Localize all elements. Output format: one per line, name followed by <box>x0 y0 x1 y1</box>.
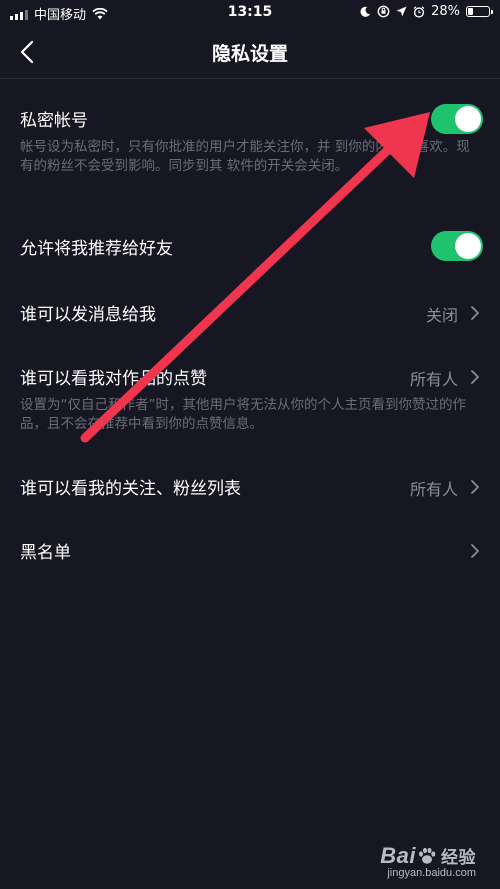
recommend-to-friends-toggle[interactable] <box>431 231 483 261</box>
who-can-message-value: 关闭 <box>425 306 458 325</box>
who-can-see-follow-lists-row[interactable]: 谁可以看我的关注、粉丝列表 所有人 <box>0 470 500 504</box>
status-bar: 中国移动 13:15 28% <box>0 0 500 26</box>
watermark-url: jingyan.baidu.com <box>387 867 476 879</box>
blacklist-label: 黑名单 <box>20 543 71 563</box>
private-account-row: 私密帐号 帐号设为私密时，只有你批准的用户才能关注你，并 到你的内容和喜欢。现有… <box>0 100 500 210</box>
battery-icon <box>466 6 493 17</box>
private-account-description: 帐号设为私密时，只有你批准的用户才能关注你，并 到你的内容和喜欢。现有的粉丝不会… <box>20 139 470 174</box>
alarm-icon <box>413 5 425 18</box>
location-icon <box>396 6 407 17</box>
chevron-right-icon <box>471 544 479 558</box>
watermark-logo: Bai 经验 <box>380 843 476 868</box>
rotation-lock-icon <box>377 5 390 18</box>
recommend-to-friends-row: 允许将我推荐给好友 <box>0 230 500 264</box>
watermark: Bai 经验 jingyan.baidu.com <box>380 843 476 879</box>
toggle-knob <box>455 106 481 132</box>
who-can-see-likes-value: 所有人 <box>409 370 458 389</box>
who-can-see-likes-row[interactable]: 谁可以看我对作品的点赞 所有人 设置为“仅自己和作者”时，其他用户将无法从你的个… <box>0 360 500 440</box>
blacklist-row[interactable]: 黑名单 <box>0 534 500 568</box>
private-account-toggle[interactable] <box>431 104 483 134</box>
who-can-message-label: 谁可以发消息给我 <box>20 305 156 325</box>
status-right: 28% <box>359 4 493 19</box>
paw-icon <box>419 847 436 864</box>
page-title: 隐私设置 <box>211 43 288 65</box>
chevron-right-icon <box>471 480 479 494</box>
chevron-right-icon <box>471 306 479 320</box>
private-account-label: 私密帐号 <box>20 111 88 131</box>
battery-percent: 28% <box>431 4 460 19</box>
battery-level <box>468 8 474 15</box>
who-can-see-follow-lists-label: 谁可以看我的关注、粉丝列表 <box>20 479 241 499</box>
who-can-see-likes-description: 设置为“仅自己和作者”时，其他用户将无法从你的个人主页看到你赞过的作品，且不会在… <box>20 397 466 432</box>
moon-icon <box>360 6 371 17</box>
who-can-see-follow-lists-value: 所有人 <box>409 480 458 499</box>
nav-bar: 隐私设置 <box>0 26 500 79</box>
toggle-knob <box>455 233 481 259</box>
who-can-message-row[interactable]: 谁可以发消息给我 关闭 <box>0 296 500 330</box>
recommend-to-friends-label: 允许将我推荐给好友 <box>20 239 173 259</box>
chevron-right-icon <box>471 370 479 384</box>
who-can-see-likes-label: 谁可以看我对作品的点赞 <box>20 369 207 389</box>
